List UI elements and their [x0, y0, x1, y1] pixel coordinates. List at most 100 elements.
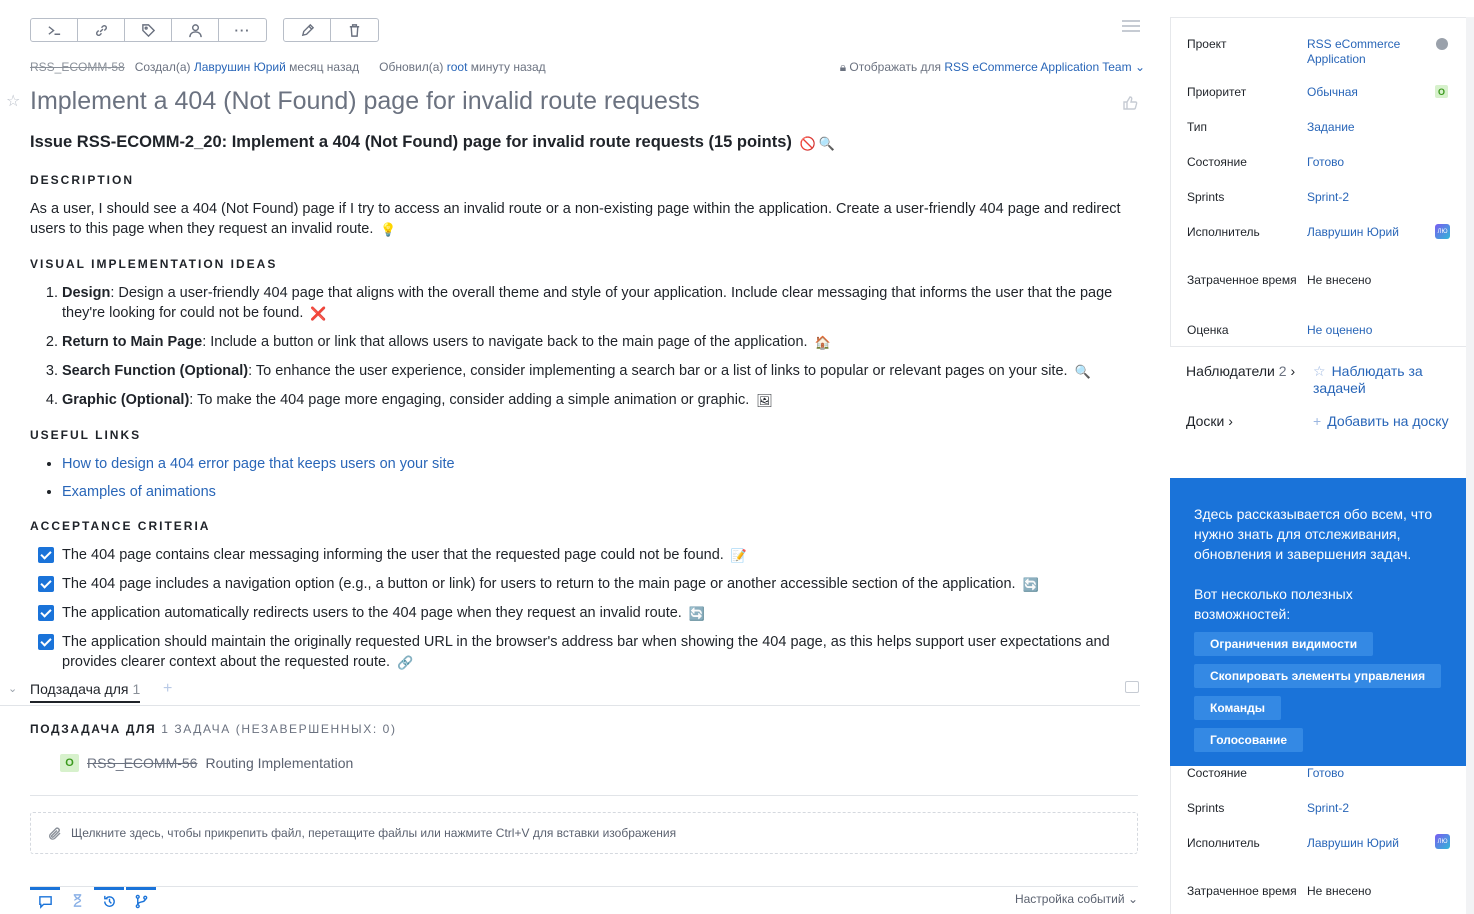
- avatar: ЛЮ: [1435, 224, 1450, 239]
- updated-prefix: Обновил(а): [379, 60, 444, 74]
- refresh-icon: 🔄: [688, 606, 706, 621]
- lock-icon: 🔒︎: [839, 60, 847, 74]
- attach-dropzone[interactable]: Щелкните здесь, чтобы прикрепить файл, п…: [30, 812, 1138, 854]
- add-to-board-button[interactable]: + Добавить на доску: [1313, 413, 1453, 430]
- magnifier-icon: 🔍: [1074, 364, 1091, 379]
- issue-id[interactable]: RSS_ECOMM-58: [30, 60, 125, 74]
- criteria-item: The 404 page includes a navigation optio…: [30, 574, 1140, 595]
- issue-toolbar: ···: [30, 18, 379, 42]
- criteria-checkbox[interactable]: [38, 576, 54, 592]
- delete-icon: [349, 23, 360, 37]
- open-in-new-icon[interactable]: [1125, 681, 1139, 693]
- tab-comments[interactable]: [30, 887, 60, 913]
- thumbs-up-icon[interactable]: [1122, 95, 1138, 111]
- no-entry-icon: 🚫: [799, 136, 816, 151]
- star-icon: ☆: [1313, 363, 1326, 379]
- criteria-title: ACCEPTANCE CRITERIA: [30, 519, 211, 533]
- tab-work-items[interactable]: [62, 887, 92, 913]
- cross-mark-icon: ❌: [310, 306, 327, 321]
- idea-item: Search Function (Optional): To enhance t…: [62, 361, 1140, 382]
- watch-button[interactable]: ☆ Наблюдать за задачей: [1313, 363, 1453, 397]
- subtask-row[interactable]: O RSS_ECOMM-56 Routing Implementation: [60, 754, 353, 772]
- issue-heading: Issue RSS-ECOMM-2_20: Implement a 404 (N…: [30, 132, 1140, 154]
- command-button[interactable]: [31, 19, 78, 41]
- issue-meta: RSS_ECOMM-58 Создал(а) Лаврушин Юрий мес…: [30, 60, 1145, 74]
- criteria-checkbox[interactable]: [38, 605, 54, 621]
- tip-text: Здесь рассказывается обо всем, что нужно…: [1194, 506, 1433, 562]
- link-issue-button[interactable]: [78, 19, 125, 41]
- comment-icon: [38, 896, 52, 909]
- list-item: Examples of animations: [62, 482, 1140, 502]
- visibility-prefix: Отображать для: [849, 60, 942, 74]
- collapse-chevron-icon[interactable]: ⌄: [8, 682, 17, 695]
- attach-hint: Щелкните здесь, чтобы прикрепить файл, п…: [71, 826, 677, 840]
- tip-visibility-button[interactable]: Ограничения видимости: [1194, 632, 1374, 656]
- tip-commands-button[interactable]: Команды: [1194, 696, 1282, 720]
- toolbar-group-edit: [283, 18, 379, 42]
- terminal-icon: [47, 25, 60, 35]
- issue-title[interactable]: Implement a 404 (Not Found) page for inv…: [30, 87, 700, 116]
- add-link-icon[interactable]: +: [163, 680, 172, 698]
- tip-copy-controls-button[interactable]: Скопировать элементы управления: [1194, 664, 1442, 688]
- subtask-id[interactable]: RSS_ECOMM-56: [87, 755, 197, 771]
- list-item: How to design a 404 error page that keep…: [62, 454, 1140, 474]
- idea-item: Graphic (Optional): To make the 404 page…: [62, 390, 1140, 411]
- chevron-right-icon: ›: [1228, 413, 1233, 429]
- sidebar-fields-lower: Состояние Готово Sprints Sprint-2 Исполнит…: [1170, 766, 1466, 914]
- divider: [30, 795, 1138, 796]
- activity-list-icon[interactable]: [1122, 20, 1140, 36]
- memo-icon: 📝: [730, 548, 748, 563]
- design-404-link[interactable]: How to design a 404 error page that keep…: [62, 456, 455, 472]
- event-settings[interactable]: Настройка событий ⌄: [1015, 892, 1138, 906]
- watchers-toggle[interactable]: Наблюдатели 2 ›: [1186, 363, 1295, 380]
- chevron-down-icon: ⌄: [1127, 892, 1138, 906]
- branch-icon: [135, 894, 147, 909]
- house-icon: 🏠: [814, 335, 831, 350]
- assign-user-button[interactable]: [172, 19, 219, 41]
- edit-button[interactable]: [284, 19, 331, 41]
- priority-badge: O: [1435, 85, 1448, 98]
- idea-item: Design: Design a user-friendly 404 page …: [62, 283, 1140, 324]
- tab-subtask-for[interactable]: Подзадача для 1: [30, 681, 141, 703]
- issue-sidebar: Состояние Готово Sprints Sprint-2 Исполнит…: [1170, 17, 1470, 914]
- gear-icon[interactable]: [1436, 38, 1448, 50]
- delete-button[interactable]: [331, 19, 378, 41]
- ideas-title: VISUAL IMPLEMENTATION IDEAS: [30, 257, 278, 271]
- edit-icon: [301, 23, 314, 36]
- boards-toggle[interactable]: Доски ›: [1186, 413, 1233, 430]
- more-button[interactable]: ···: [219, 19, 266, 41]
- updater-link[interactable]: root: [447, 60, 468, 74]
- paperclip-icon: [49, 827, 61, 840]
- user-icon: [188, 23, 202, 37]
- bulb-icon: 💡: [380, 222, 397, 237]
- plus-icon: +: [1313, 413, 1322, 429]
- priority-badge: O: [60, 754, 79, 772]
- updated-when: минуту назад: [470, 60, 546, 74]
- tag-icon: [141, 23, 155, 37]
- criteria-checkbox[interactable]: [38, 634, 54, 650]
- link-icon: 🔗: [397, 655, 414, 670]
- hourglass-icon: [73, 893, 81, 907]
- visibility-selector[interactable]: 🔒︎ Отображать для RSS eCommerce Applicat…: [840, 60, 1145, 75]
- onboarding-tip: Здесь рассказывается обо всем, что нужно…: [1170, 478, 1470, 766]
- subtask-heading: ПОДЗАДАЧА ДЛЯ 1 ЗАДАЧА (НЕЗАВЕРШЕННЫХ: 0…: [30, 722, 397, 736]
- subtask-name[interactable]: Routing Implementation: [205, 755, 353, 771]
- criteria-item: The 404 page contains clear messaging in…: [30, 545, 1140, 566]
- star-icon[interactable]: ☆: [6, 91, 20, 111]
- tag-button[interactable]: [125, 19, 172, 41]
- created-when: месяц назад: [289, 60, 360, 74]
- criteria-checkbox[interactable]: [38, 547, 54, 563]
- link-icon: [95, 24, 107, 36]
- creator-link[interactable]: Лаврушин Юрий: [194, 60, 286, 74]
- chevron-down-icon: ⌄: [1134, 60, 1145, 74]
- links-list: How to design a 404 error page that keep…: [30, 454, 1140, 502]
- subtask-tabs: ⌄ Подзадача для 1 +: [0, 680, 1140, 706]
- tab-vcs[interactable]: [126, 887, 156, 913]
- magnifier-icon: 🔍: [818, 136, 835, 151]
- picture-icon: 🖼: [756, 393, 773, 408]
- tip-voting-button[interactable]: Голосование: [1194, 728, 1304, 752]
- description-title: DESCRIPTION: [30, 173, 135, 187]
- animations-link[interactable]: Examples of animations: [62, 484, 216, 500]
- scrollbar[interactable]: [1466, 17, 1474, 914]
- tab-history[interactable]: [94, 887, 124, 913]
